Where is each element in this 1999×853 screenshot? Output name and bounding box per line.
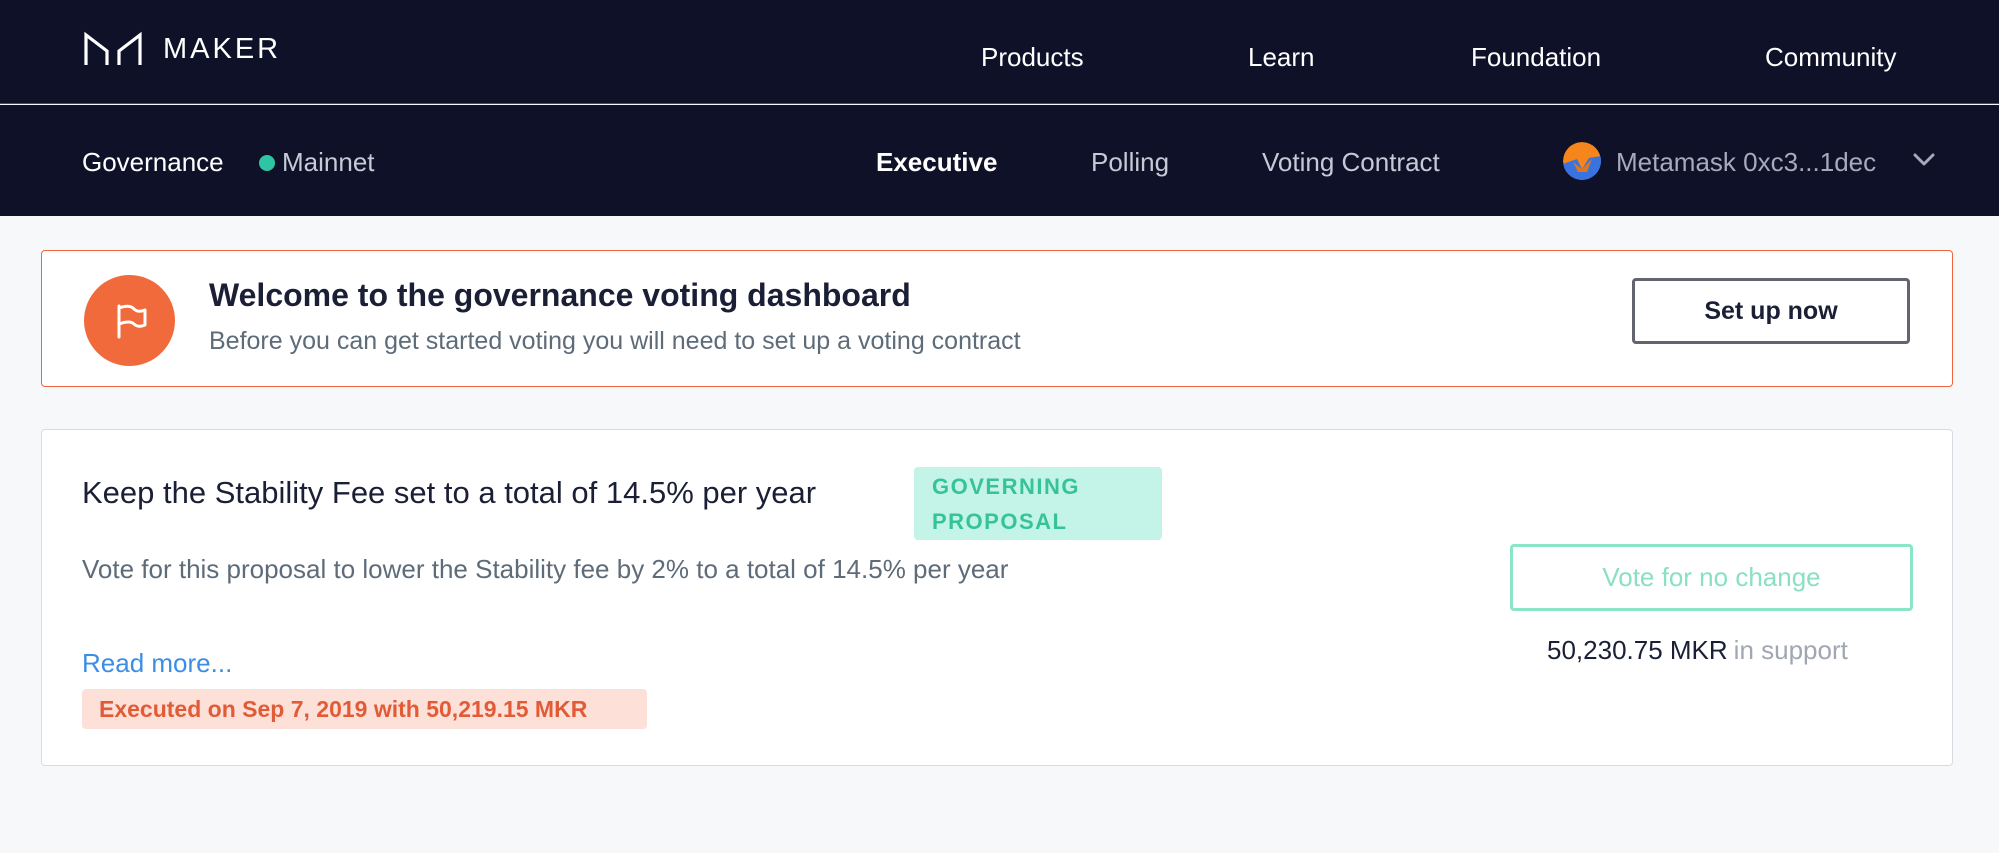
tab-voting-contract[interactable]: Voting Contract [1262,147,1440,178]
tab-executive[interactable]: Executive [876,147,997,178]
maker-logo[interactable]: MAKER [83,31,281,67]
read-more-link[interactable]: Read more... [82,648,232,679]
network-label: Mainnet [282,147,375,177]
nav-products[interactable]: Products [981,42,1084,73]
nav-learn[interactable]: Learn [1248,42,1315,73]
wallet-address[interactable]: Metamask 0xc3...1dec [1616,147,1876,178]
welcome-banner: Welcome to the governance voting dashboa… [41,250,1953,387]
proposal-card: Keep the Stability Fee set to a total of… [41,429,1953,766]
vote-for-no-change-button[interactable]: Vote for no change [1510,544,1913,611]
banner-subtitle: Before you can get started voting you wi… [209,327,1021,355]
nav-foundation[interactable]: Foundation [1471,42,1601,73]
support-summary: 50,230.75 MKR in support [1547,635,1848,666]
banner-title: Welcome to the governance voting dashboa… [209,277,911,313]
flag-icon [84,275,175,366]
set-up-now-button[interactable]: Set up now [1632,278,1910,344]
support-label: in support [1733,635,1848,665]
brand-name: MAKER [163,32,282,65]
network-status-dot [259,155,275,171]
proposal-type-badge: GOVERNING PROPOSAL [914,467,1162,540]
section-title: Governance [82,147,224,177]
nav-community[interactable]: Community [1765,42,1896,73]
support-amount: 50,230.75 MKR [1547,635,1728,665]
governance-subnav: Governance Mainnet Executive Polling Vot… [0,105,1999,216]
executed-status-badge: Executed on Sep 7, 2019 with 50,219.15 M… [82,689,647,729]
tab-polling[interactable]: Polling [1091,147,1169,178]
top-navbar: MAKER Products Learn Foundation Communit… [0,0,1999,104]
proposal-title: Keep the Stability Fee set to a total of… [82,475,817,510]
chevron-down-icon[interactable] [1913,153,1935,167]
proposal-description: Vote for this proposal to lower the Stab… [82,554,1009,584]
metamask-fox-icon[interactable] [1563,142,1601,180]
maker-logo-icon [84,31,142,65]
